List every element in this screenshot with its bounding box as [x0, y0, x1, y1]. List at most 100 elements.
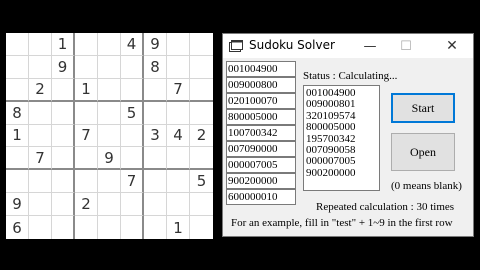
sudoku-cell: 2 [75, 193, 98, 217]
row-input-8[interactable]: 900200000 [226, 173, 296, 189]
row-input-6[interactable]: 007090000 [226, 141, 296, 157]
sudoku-cell [121, 78, 144, 102]
sudoku-cell [52, 78, 75, 102]
sudoku-cell: 7 [121, 170, 144, 194]
sudoku-cell [6, 33, 29, 56]
sudoku-cell [52, 101, 75, 125]
sudoku-cell [144, 170, 167, 194]
sudoku-cell [75, 147, 98, 171]
sudoku-cell [144, 101, 167, 125]
sudoku-cell [29, 33, 52, 56]
sudoku-cell: 7 [167, 78, 190, 102]
sudoku-cell: 5 [190, 170, 213, 194]
sudoku-cell [6, 78, 29, 102]
sudoku-cell [167, 147, 190, 171]
sudoku-cell [144, 193, 167, 217]
sudoku-cell [52, 170, 75, 194]
sudoku-cell [52, 147, 75, 171]
sudoku-cell: 3 [144, 124, 167, 148]
example-instructions: For an example, fill in "test" + 1~9 in … [231, 217, 453, 229]
sudoku-cell [98, 124, 121, 148]
row-input-1[interactable]: 001004900 [226, 61, 296, 77]
close-button[interactable]: ✕ [437, 34, 467, 58]
sudoku-cell [52, 193, 75, 217]
maximize-button[interactable]: ☐ [391, 34, 421, 58]
sudoku-cell: 9 [52, 55, 75, 79]
minimize-button[interactable]: — [355, 34, 385, 58]
sudoku-cell [167, 101, 190, 125]
sudoku-cell [98, 78, 121, 102]
sudoku-cell: 7 [75, 124, 98, 148]
open-button[interactable]: Open [391, 133, 455, 171]
sudoku-cell [190, 193, 213, 217]
sudoku-cell: 9 [98, 147, 121, 171]
sudoku-cell [121, 55, 144, 79]
sudoku-cell [29, 55, 52, 79]
status-label: Status : Calculating... [303, 70, 398, 82]
row-input-4[interactable]: 800005000 [226, 109, 296, 125]
row-input-5[interactable]: 100700342 [226, 125, 296, 141]
sudoku-cell [144, 147, 167, 171]
sudoku-cell: 9 [6, 193, 29, 217]
sudoku-cell: 4 [121, 33, 144, 56]
row-input-3[interactable]: 020100070 [226, 93, 296, 109]
folder-window-icon [229, 40, 243, 52]
sudoku-cell: 1 [167, 216, 190, 239]
result-line: 900200000 [306, 166, 356, 179]
sudoku-cell [190, 147, 213, 171]
window-title: Sudoku Solver [249, 38, 335, 52]
sudoku-cell: 5 [121, 101, 144, 125]
row-input-column: 001004900 009000800 020100070 800005000 … [226, 61, 296, 205]
sudoku-cell [75, 170, 98, 194]
sudoku-cell [190, 216, 213, 239]
sudoku-cell [75, 55, 98, 79]
blank-hint-label: (0 means blank) [391, 180, 462, 192]
sudoku-cell [167, 33, 190, 56]
sudoku-cell: 7 [29, 147, 52, 171]
sudoku-cell [29, 124, 52, 148]
sudoku-cell: 6 [6, 216, 29, 239]
sudoku-cell [98, 101, 121, 125]
sudoku-cell [75, 101, 98, 125]
sudoku-cell [98, 33, 121, 56]
sudoku-cell [144, 78, 167, 102]
sudoku-cell [190, 79, 213, 102]
sudoku-cell [121, 124, 144, 148]
sudoku-cell: 4 [167, 124, 190, 148]
sudoku-solver-window: Sudoku Solver — ☐ ✕ 001004900 009000800 … [222, 33, 474, 237]
sudoku-cell [29, 101, 52, 125]
result-textbox[interactable]: 001004900 009000801 320109574 800005000 … [303, 85, 380, 191]
sudoku-cell [6, 147, 29, 171]
row-input-7[interactable]: 000007005 [226, 157, 296, 173]
sudoku-cell: 2 [29, 78, 52, 102]
sudoku-cell [29, 193, 52, 217]
title-bar[interactable]: Sudoku Solver — ☐ ✕ [223, 34, 473, 58]
sudoku-cell [121, 193, 144, 217]
sudoku-cell [190, 33, 213, 56]
start-button[interactable]: Start [391, 93, 455, 123]
sudoku-cell [167, 55, 190, 79]
sudoku-cell [52, 216, 75, 239]
sudoku-cell [75, 33, 98, 56]
sudoku-cell [6, 170, 29, 194]
row-input-2[interactable]: 009000800 [226, 77, 296, 93]
sudoku-cell: 1 [6, 124, 29, 148]
row-input-9[interactable]: 600000010 [226, 189, 296, 205]
sudoku-cell [190, 56, 213, 79]
sudoku-cell: 9 [144, 33, 167, 56]
sudoku-grid: 14998217851734279759261 [6, 33, 213, 239]
sudoku-cell [144, 216, 167, 239]
sudoku-cell: 8 [144, 55, 167, 79]
result-line: 800005000 [306, 121, 356, 134]
sudoku-cell [190, 102, 213, 125]
sudoku-cell [98, 55, 121, 79]
sudoku-cell [121, 147, 144, 171]
repeat-count-label: Repeated calculation : 30 times [316, 201, 455, 213]
sudoku-cell [98, 216, 121, 239]
sudoku-cell [75, 216, 98, 239]
sudoku-cell [6, 55, 29, 79]
sudoku-cell: 8 [6, 101, 29, 125]
sudoku-cell [52, 124, 75, 148]
sudoku-cell: 1 [52, 33, 75, 56]
sudoku-cell: 1 [75, 78, 98, 102]
